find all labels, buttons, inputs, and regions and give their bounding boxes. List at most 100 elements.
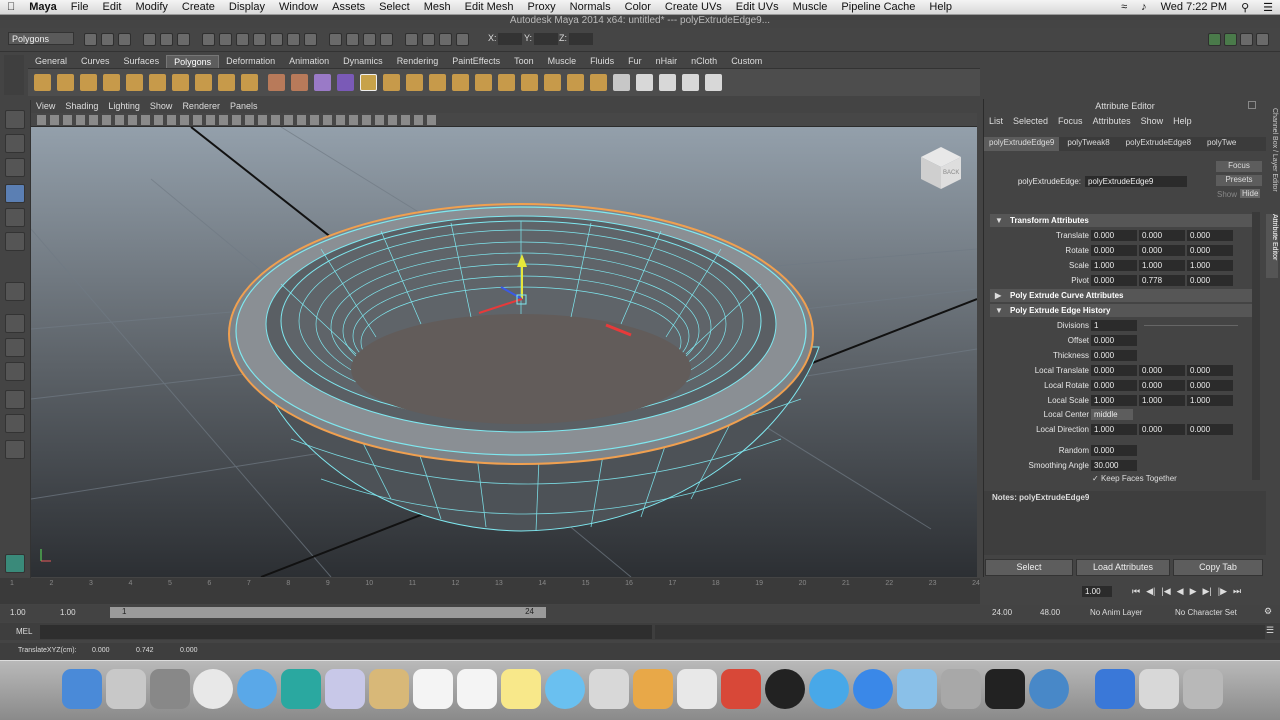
poly-cone-icon[interactable] bbox=[103, 74, 120, 91]
local-rotate-y-field[interactable]: 0.000 bbox=[1139, 380, 1185, 391]
pivot-z-field[interactable]: 0.000 bbox=[1187, 275, 1233, 286]
menu-select[interactable]: Select bbox=[372, 1, 417, 13]
menu-file[interactable]: File bbox=[64, 1, 96, 13]
ae-menu-show[interactable]: Show bbox=[1141, 116, 1164, 126]
keep-faces-checkbox[interactable]: ✓ Keep Faces Together bbox=[1092, 474, 1177, 483]
scale-z-field[interactable]: 1.000 bbox=[1187, 260, 1233, 271]
uv-editor-icon[interactable] bbox=[705, 74, 722, 91]
photo-booth-icon[interactable] bbox=[150, 669, 190, 709]
photos-icon[interactable] bbox=[677, 669, 717, 709]
ae-menu-help[interactable]: Help bbox=[1173, 116, 1192, 126]
viewport-panel-tools[interactable] bbox=[37, 115, 437, 125]
separate-icon[interactable] bbox=[291, 74, 308, 91]
bevel-icon[interactable] bbox=[521, 74, 538, 91]
menu-color[interactable]: Color bbox=[618, 1, 658, 13]
menu-set-dropdown[interactable]: Polygons bbox=[8, 32, 74, 45]
poke-icon[interactable] bbox=[590, 74, 607, 91]
shelf-tab-nhair[interactable]: nHair bbox=[649, 55, 685, 68]
finder-icon[interactable] bbox=[62, 669, 102, 709]
scale-x-field[interactable]: 1.000 bbox=[1091, 260, 1137, 271]
trash-icon[interactable] bbox=[1183, 669, 1223, 709]
poly-torus-icon[interactable] bbox=[149, 74, 166, 91]
local-direction-z-field[interactable]: 0.000 bbox=[1187, 424, 1233, 435]
load-attributes-button[interactable]: Load Attributes bbox=[1076, 559, 1170, 576]
poly-pipe-icon[interactable] bbox=[218, 74, 235, 91]
shelf-tab-general[interactable]: General bbox=[28, 55, 74, 68]
ae-menu-focus[interactable]: Focus bbox=[1058, 116, 1083, 126]
shelf-tab-painteffects[interactable]: PaintEffects bbox=[445, 55, 507, 68]
game-center-icon[interactable] bbox=[633, 669, 673, 709]
persp-graph-layout-icon[interactable] bbox=[5, 390, 25, 409]
planar-mapping-icon[interactable] bbox=[613, 74, 630, 91]
apple-menu-icon[interactable]:  bbox=[0, 1, 22, 13]
menu-edit-mesh[interactable]: Edit Mesh bbox=[458, 1, 521, 13]
menu-edit-uvs[interactable]: Edit UVs bbox=[729, 1, 786, 13]
play-backwards-icon[interactable]: ◀ bbox=[1177, 586, 1184, 597]
render-settings-icon[interactable] bbox=[456, 33, 469, 46]
ae-select-button[interactable]: Select bbox=[985, 559, 1073, 576]
split-polygon-icon[interactable] bbox=[452, 74, 469, 91]
viewport-menu-panels[interactable]: Panels bbox=[225, 99, 263, 113]
mel-label[interactable]: MEL bbox=[16, 627, 32, 636]
local-translate-z-field[interactable]: 0.000 bbox=[1187, 365, 1233, 376]
lasso-tool-icon[interactable] bbox=[5, 134, 25, 153]
end-time-field[interactable]: 48.00 bbox=[1040, 608, 1060, 617]
snap-grid-icon[interactable] bbox=[329, 33, 342, 46]
node-name-field[interactable]: polyExtrudeEdge9 bbox=[1085, 176, 1187, 187]
mask-dynamics-icon[interactable] bbox=[287, 33, 300, 46]
select-by-object-icon[interactable] bbox=[160, 33, 173, 46]
app-store-icon[interactable] bbox=[853, 669, 893, 709]
smoothing-angle-field[interactable]: 30.000 bbox=[1091, 460, 1137, 471]
current-time-field[interactable]: 1.00 bbox=[1082, 586, 1112, 597]
menu-window[interactable]: Window bbox=[272, 1, 325, 13]
start-time-field[interactable]: 1.00 bbox=[10, 608, 26, 617]
rotate-z-field[interactable]: 0.000 bbox=[1187, 245, 1233, 256]
anim-prefs-icon[interactable]: ⚙ bbox=[1264, 606, 1272, 617]
mirror-icon[interactable] bbox=[337, 74, 354, 91]
combine-icon[interactable] bbox=[268, 74, 285, 91]
toggle-channel-box-icon[interactable] bbox=[1256, 33, 1269, 46]
viewport-menu-shading[interactable]: Shading bbox=[60, 99, 103, 113]
insert-edge-loop-icon[interactable] bbox=[475, 74, 492, 91]
shelf-tab-animation[interactable]: Animation bbox=[282, 55, 336, 68]
spotify-icon[interactable] bbox=[765, 669, 805, 709]
rotate-y-field[interactable]: 0.000 bbox=[1139, 245, 1185, 256]
spotlight-icon[interactable]: ⚲ bbox=[1234, 1, 1256, 14]
poly-cube-icon[interactable] bbox=[57, 74, 74, 91]
persp-outliner-layout-icon[interactable] bbox=[5, 362, 25, 381]
ae-menu-selected[interactable]: Selected bbox=[1013, 116, 1048, 126]
toggle-attribute-editor-icon[interactable] bbox=[1224, 33, 1237, 46]
snap-curve-icon[interactable] bbox=[346, 33, 359, 46]
poly-pyramid-icon[interactable] bbox=[195, 74, 212, 91]
preview-icon[interactable] bbox=[325, 669, 365, 709]
menu-muscle[interactable]: Muscle bbox=[786, 1, 835, 13]
menu-create[interactable]: Create bbox=[175, 1, 222, 13]
construction-history-icon[interactable] bbox=[405, 33, 418, 46]
shelf-tab-polygons[interactable]: Polygons bbox=[166, 55, 220, 68]
ipr-render-icon[interactable] bbox=[439, 33, 452, 46]
network-utility-icon[interactable] bbox=[1029, 669, 1069, 709]
mask-handles-icon[interactable] bbox=[202, 33, 215, 46]
playback-start-field[interactable]: 1.00 bbox=[60, 608, 76, 617]
menu-modify[interactable]: Modify bbox=[128, 1, 174, 13]
terminal-icon[interactable] bbox=[985, 669, 1025, 709]
contacts-icon[interactable] bbox=[369, 669, 409, 709]
side-tab-attribute-editor[interactable]: Attribute Editor bbox=[1266, 214, 1278, 278]
system-preferences-icon[interactable] bbox=[941, 669, 981, 709]
step-back-icon[interactable]: ◀| bbox=[1146, 586, 1155, 597]
paint-select-tool-icon[interactable] bbox=[5, 158, 25, 177]
menu-help[interactable]: Help bbox=[922, 1, 959, 13]
smooth-icon[interactable] bbox=[314, 74, 331, 91]
shelf-tab-custom[interactable]: Custom bbox=[724, 55, 769, 68]
section-poly-extrude-edge-history[interactable]: ▼ Poly Extrude Edge History bbox=[990, 304, 1252, 317]
side-tab-channel-box[interactable]: Channel Box / Layer Editor bbox=[1266, 108, 1278, 208]
y-field[interactable] bbox=[534, 33, 558, 45]
go-to-start-icon[interactable]: ⏮ bbox=[1132, 586, 1140, 597]
copy-tab-button[interactable]: Copy Tab bbox=[1173, 559, 1263, 576]
detach-panel-icon[interactable] bbox=[1248, 101, 1256, 109]
toggle-tool-settings-icon[interactable] bbox=[1240, 33, 1253, 46]
local-translate-x-field[interactable]: 0.000 bbox=[1091, 365, 1137, 376]
mel-command-input[interactable] bbox=[40, 625, 652, 639]
spherical-mapping-icon[interactable] bbox=[659, 74, 676, 91]
local-direction-y-field[interactable]: 0.000 bbox=[1139, 424, 1185, 435]
